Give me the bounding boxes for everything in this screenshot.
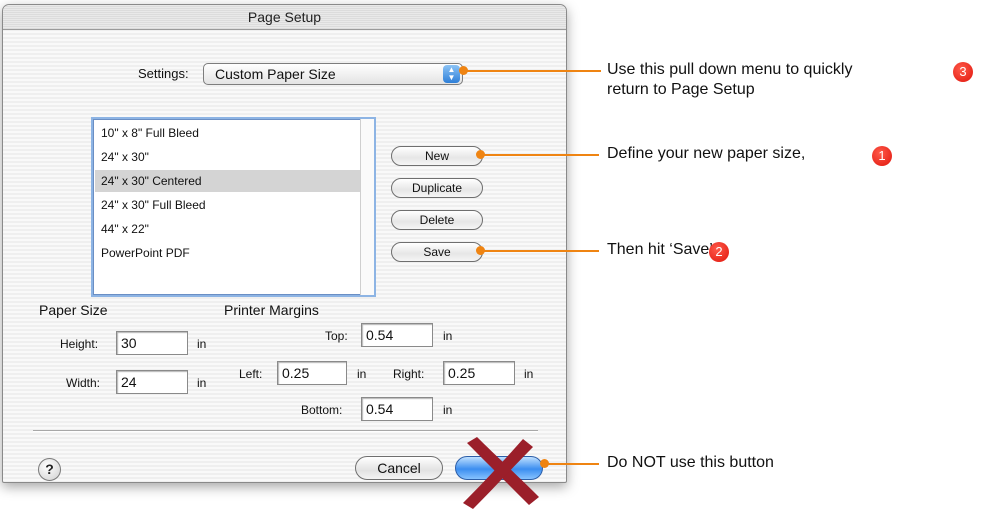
step-1-badge: 1: [872, 146, 892, 166]
callout-line: [544, 463, 599, 465]
height-field[interactable]: 30: [116, 331, 188, 355]
list-item[interactable]: PowerPoint PDF: [95, 242, 360, 264]
divider: [33, 430, 538, 432]
list-scrollbar[interactable]: [360, 119, 374, 295]
callout-save-text: Then hit ‘Save’.: [607, 241, 718, 258]
list-item-selected[interactable]: 24" x 30" Centered: [95, 170, 360, 192]
width-field[interactable]: 24: [116, 370, 188, 394]
list-item[interactable]: 44" x 22": [95, 218, 360, 240]
bottom-margin-field[interactable]: 0.54: [361, 397, 433, 421]
window-title: Page Setup: [3, 5, 566, 30]
callout-new-text: Define your new paper size,: [607, 145, 806, 162]
settings-popup[interactable]: Custom Paper Size ▲ ▼: [203, 63, 463, 85]
left-margin-field[interactable]: 0.25: [277, 361, 347, 385]
right-label: Right:: [393, 367, 425, 381]
cross-out-icon: [463, 437, 539, 509]
bottom-label: Bottom:: [301, 403, 343, 417]
settings-value: Custom Paper Size: [215, 66, 336, 82]
step-2-badge: 2: [709, 242, 729, 262]
settings-label: Settings:: [138, 66, 189, 81]
top-unit: in: [443, 329, 453, 343]
top-margin-field[interactable]: 0.54: [361, 323, 433, 347]
right-margin-field[interactable]: 0.25: [443, 361, 515, 385]
list-item[interactable]: 24" x 30" Full Bleed: [95, 194, 360, 216]
list-item[interactable]: 24" x 30": [95, 146, 360, 168]
width-unit: in: [197, 376, 207, 390]
callout-menu-text-1: Use this pull down menu to quickly: [607, 61, 853, 78]
duplicate-button[interactable]: Duplicate: [391, 178, 483, 198]
popup-arrows-icon: ▲ ▼: [443, 65, 460, 83]
height-label: Height:: [60, 337, 99, 351]
printer-margins-heading: Printer Margins: [224, 302, 319, 318]
callout-line: [480, 250, 599, 252]
new-button[interactable]: New: [391, 146, 483, 166]
width-label: Width:: [66, 376, 101, 390]
save-button[interactable]: Save: [391, 242, 483, 262]
callout-menu-text-2: return to Page Setup: [607, 81, 755, 98]
right-unit: in: [524, 367, 534, 381]
bottom-unit: in: [443, 403, 453, 417]
callout-line: [463, 70, 601, 72]
left-label: Left:: [239, 367, 263, 381]
top-label: Top:: [325, 329, 348, 343]
paper-size-heading: Paper Size: [39, 302, 108, 318]
callout-ok-text: Do NOT use this button: [607, 454, 774, 471]
paper-size-list[interactable]: 10" x 8" Full Bleed 24" x 30" 24" x 30" …: [91, 117, 376, 297]
delete-button[interactable]: Delete: [391, 210, 483, 230]
height-unit: in: [197, 337, 207, 351]
left-unit: in: [357, 367, 367, 381]
help-button[interactable]: ?: [38, 458, 61, 481]
callout-line: [480, 154, 599, 156]
step-3-badge: 3: [953, 62, 973, 82]
list-item[interactable]: 10" x 8" Full Bleed: [95, 122, 360, 144]
cancel-button[interactable]: Cancel: [355, 456, 443, 480]
page-setup-dialog: Page Setup Settings: Custom Paper Size ▲…: [2, 4, 567, 509]
